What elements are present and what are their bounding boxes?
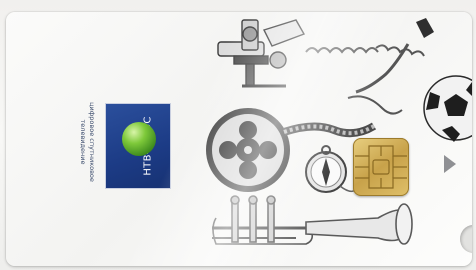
logo-green-sphere-icon bbox=[122, 122, 156, 156]
caption-line2: телевидение bbox=[79, 119, 87, 165]
trumpet-icon bbox=[212, 195, 413, 245]
soccer-ball-icon bbox=[423, 75, 472, 142]
film-reel-icon bbox=[206, 108, 377, 192]
telephone-cord-icon bbox=[305, 18, 434, 115]
logo-caption: цифровое спутниковое телевидение bbox=[78, 102, 96, 182]
compass-icon bbox=[305, 145, 357, 193]
smart-chip-icon bbox=[353, 138, 409, 196]
photo-scene: НТВ-ПЛЮС цифровое спутниковое телевидени… bbox=[0, 0, 476, 270]
smart-card: НТВ-ПЛЮС цифровое спутниковое телевидени… bbox=[6, 12, 472, 266]
microscope-icon bbox=[217, 19, 306, 88]
chip-contacts bbox=[355, 145, 407, 189]
ntv-plus-logo: НТВ-ПЛЮС bbox=[106, 104, 170, 188]
caption-line1: цифровое спутниковое bbox=[88, 102, 96, 182]
arrow-triangle-icon bbox=[444, 155, 456, 173]
